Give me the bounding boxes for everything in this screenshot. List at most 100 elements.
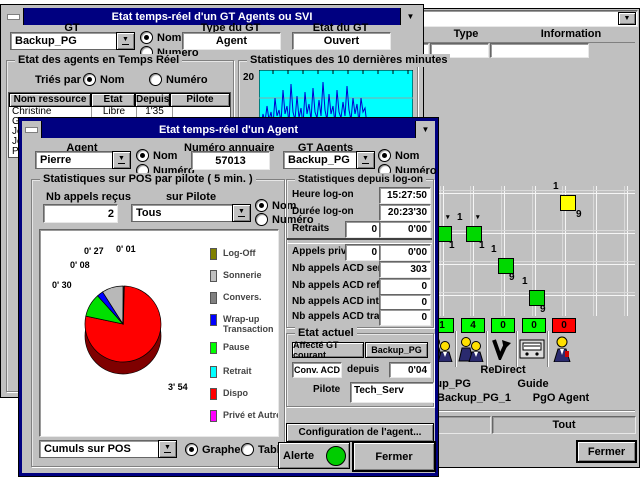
close-button-supervision[interactable]: Fermer (576, 440, 637, 463)
agent-window-titlebar[interactable]: Etat temps-réel d'un Agent ▼ (22, 121, 435, 138)
counter-backup-pg-1: 4 (461, 318, 485, 333)
marker-value-bottom: 1 (449, 240, 455, 251)
counter-pgo-agent: 0 (552, 318, 576, 333)
pie-label-sonnerie: 0' 01 (116, 244, 136, 254)
stat-label: Heure log-on (292, 189, 354, 200)
divider (425, 410, 635, 412)
config-agent-button[interactable]: Configuration de l'agent... (286, 423, 434, 442)
radio-tries-numero[interactable]: Numéro (149, 73, 208, 86)
pie-label-pause: 0' 30 (52, 280, 72, 290)
agents-group-title: Etat des agents en Temps Réel (15, 54, 182, 67)
stat-value-transferes: 0 (379, 309, 431, 326)
combo-arrow-icon[interactable]: ▼ (112, 151, 131, 169)
table-row[interactable]: Christine Libre 1'35 (9, 107, 230, 117)
agent-select[interactable]: Pierre ▼ (35, 151, 131, 169)
stat-count-retraits: 0 (345, 221, 381, 238)
agent-select-value: Pierre (35, 151, 112, 169)
combo-arrow-icon[interactable]: ▼ (356, 151, 375, 169)
depuis-label: depuis (347, 364, 379, 375)
minimize-icon[interactable]: ▼ (400, 8, 420, 25)
pilote-select-value: Tous (131, 204, 232, 222)
grid-line (425, 230, 635, 234)
legend-item-prive: Privé et Autre (210, 410, 279, 422)
legend-swatch-icon (210, 388, 217, 400)
column-header-type: Type (426, 28, 506, 40)
combo-arrow-icon[interactable]: ▼ (158, 440, 177, 458)
stat-value-refuses: 0 (379, 278, 431, 295)
pie-label-convers: 0' 27 (84, 246, 104, 256)
combo-arrow-icon[interactable]: ▼ (232, 204, 251, 222)
affecte-gt-button[interactable]: Affecté GT courant (292, 342, 364, 358)
combo-arrow-icon[interactable]: ▼ (116, 32, 135, 50)
label-backup-pg-1: Backup_PG_1 (434, 392, 514, 404)
redirect-arrow-icon (490, 338, 512, 360)
gt-agents-select-value: Backup_PG (283, 151, 356, 169)
agents-group-icon (458, 336, 484, 362)
pos-stats-title: Statistiques sur POS par pilote ( 5 min.… (40, 173, 256, 186)
legend-item-wrapup: Wrap-upTransaction (210, 314, 274, 334)
gt-agents-select[interactable]: Backup_PG ▼ (283, 151, 375, 169)
sur-pilote-label: sur Pilote (131, 191, 251, 203)
type-gt-value: Agent (182, 32, 281, 50)
stat-value-duree-logon: 20:23'30 (379, 204, 431, 221)
object-redirect[interactable] (486, 332, 516, 366)
grid-line (501, 186, 505, 316)
etat-gt-value: Ouvert (292, 32, 391, 50)
legend-swatch-icon (210, 314, 217, 326)
tries-par-label: Triés par (35, 74, 81, 86)
legend-item-retrait: Retrait (210, 366, 252, 378)
object-pgo-agent[interactable] (547, 332, 577, 366)
stat-label: Retraits (292, 223, 329, 234)
marker-value-top: 1 (491, 244, 497, 255)
supervision-cell-information (490, 43, 589, 58)
label-redirect: ReDirect (463, 364, 543, 376)
alert-label: Alerte (283, 450, 314, 462)
stat-value-prives: 0'00 (379, 244, 431, 261)
system-menu-icon[interactable] (22, 121, 42, 138)
pilote-select[interactable]: Tous ▼ (131, 204, 251, 222)
desktop: ▼ Type Information 1 ▾ 1 1 ▾ 1 1 9 (0, 0, 640, 480)
annuaire-value: 57013 (191, 151, 270, 170)
grid-line (440, 186, 444, 316)
stat-value-heure-logon: 15:27:50 (379, 187, 431, 204)
marker-value-top: 1 (553, 181, 559, 192)
pos-stats-group: Statistiques sur POS par pilote ( 5 min.… (31, 179, 285, 467)
combo-arrow-icon[interactable]: ▼ (618, 12, 636, 25)
marker-value-bottom: 1 (479, 240, 485, 251)
alert-indicator-icon (326, 446, 346, 466)
close-button-agent[interactable]: Fermer (352, 441, 436, 472)
divider (455, 331, 457, 367)
radio-agent-nom[interactable]: Nom (136, 149, 177, 162)
marker-value-top: 1 (457, 212, 463, 223)
queue-marker[interactable] (560, 195, 576, 211)
legend-swatch-icon (210, 366, 217, 378)
radio-tries-nom[interactable]: Nom (83, 73, 124, 86)
label-guide: Guide (493, 378, 573, 390)
gt-select[interactable]: Backup_PG ▼ (10, 32, 135, 50)
counter-guide: 0 (522, 318, 546, 333)
affecte-gt-value[interactable]: Backup_PG (365, 342, 428, 358)
radio-graphe[interactable]: Graphe (185, 443, 241, 456)
stat-count-prives: 0 (345, 244, 381, 261)
pilote-value: Tech_Serv (350, 382, 434, 403)
radio-gtagents-nom[interactable]: Nom (378, 149, 419, 162)
minimize-icon[interactable]: ▼ (415, 121, 435, 138)
pie-label-wrapup: 0' 08 (70, 260, 90, 270)
grid-line (593, 186, 597, 316)
divider (516, 331, 518, 367)
grid-line (624, 186, 628, 316)
object-guide[interactable] (517, 332, 547, 366)
etat-courant-value: Conv. ACD (292, 362, 342, 378)
legend-swatch-icon (210, 248, 217, 260)
object-backup-pg-1[interactable] (456, 332, 486, 366)
status-cell-tout[interactable]: Tout (492, 416, 636, 434)
cumuls-select[interactable]: Cumuls sur POS ▼ (39, 440, 177, 458)
gt-window-title: Etat temps-réel d'un GT Agents ou SVI (112, 11, 313, 23)
stats-10min-title: Statistiques des 10 dernières minutes (247, 54, 450, 67)
stat-value-servis: 303 (379, 261, 431, 278)
divider (486, 331, 488, 367)
etat-actuel-title: Etat actuel (295, 327, 357, 340)
radio-gt-nom[interactable]: Nom (140, 31, 181, 44)
y-axis-tick: 20 (243, 72, 254, 83)
legend-item-dispo: Dispo (210, 388, 248, 400)
